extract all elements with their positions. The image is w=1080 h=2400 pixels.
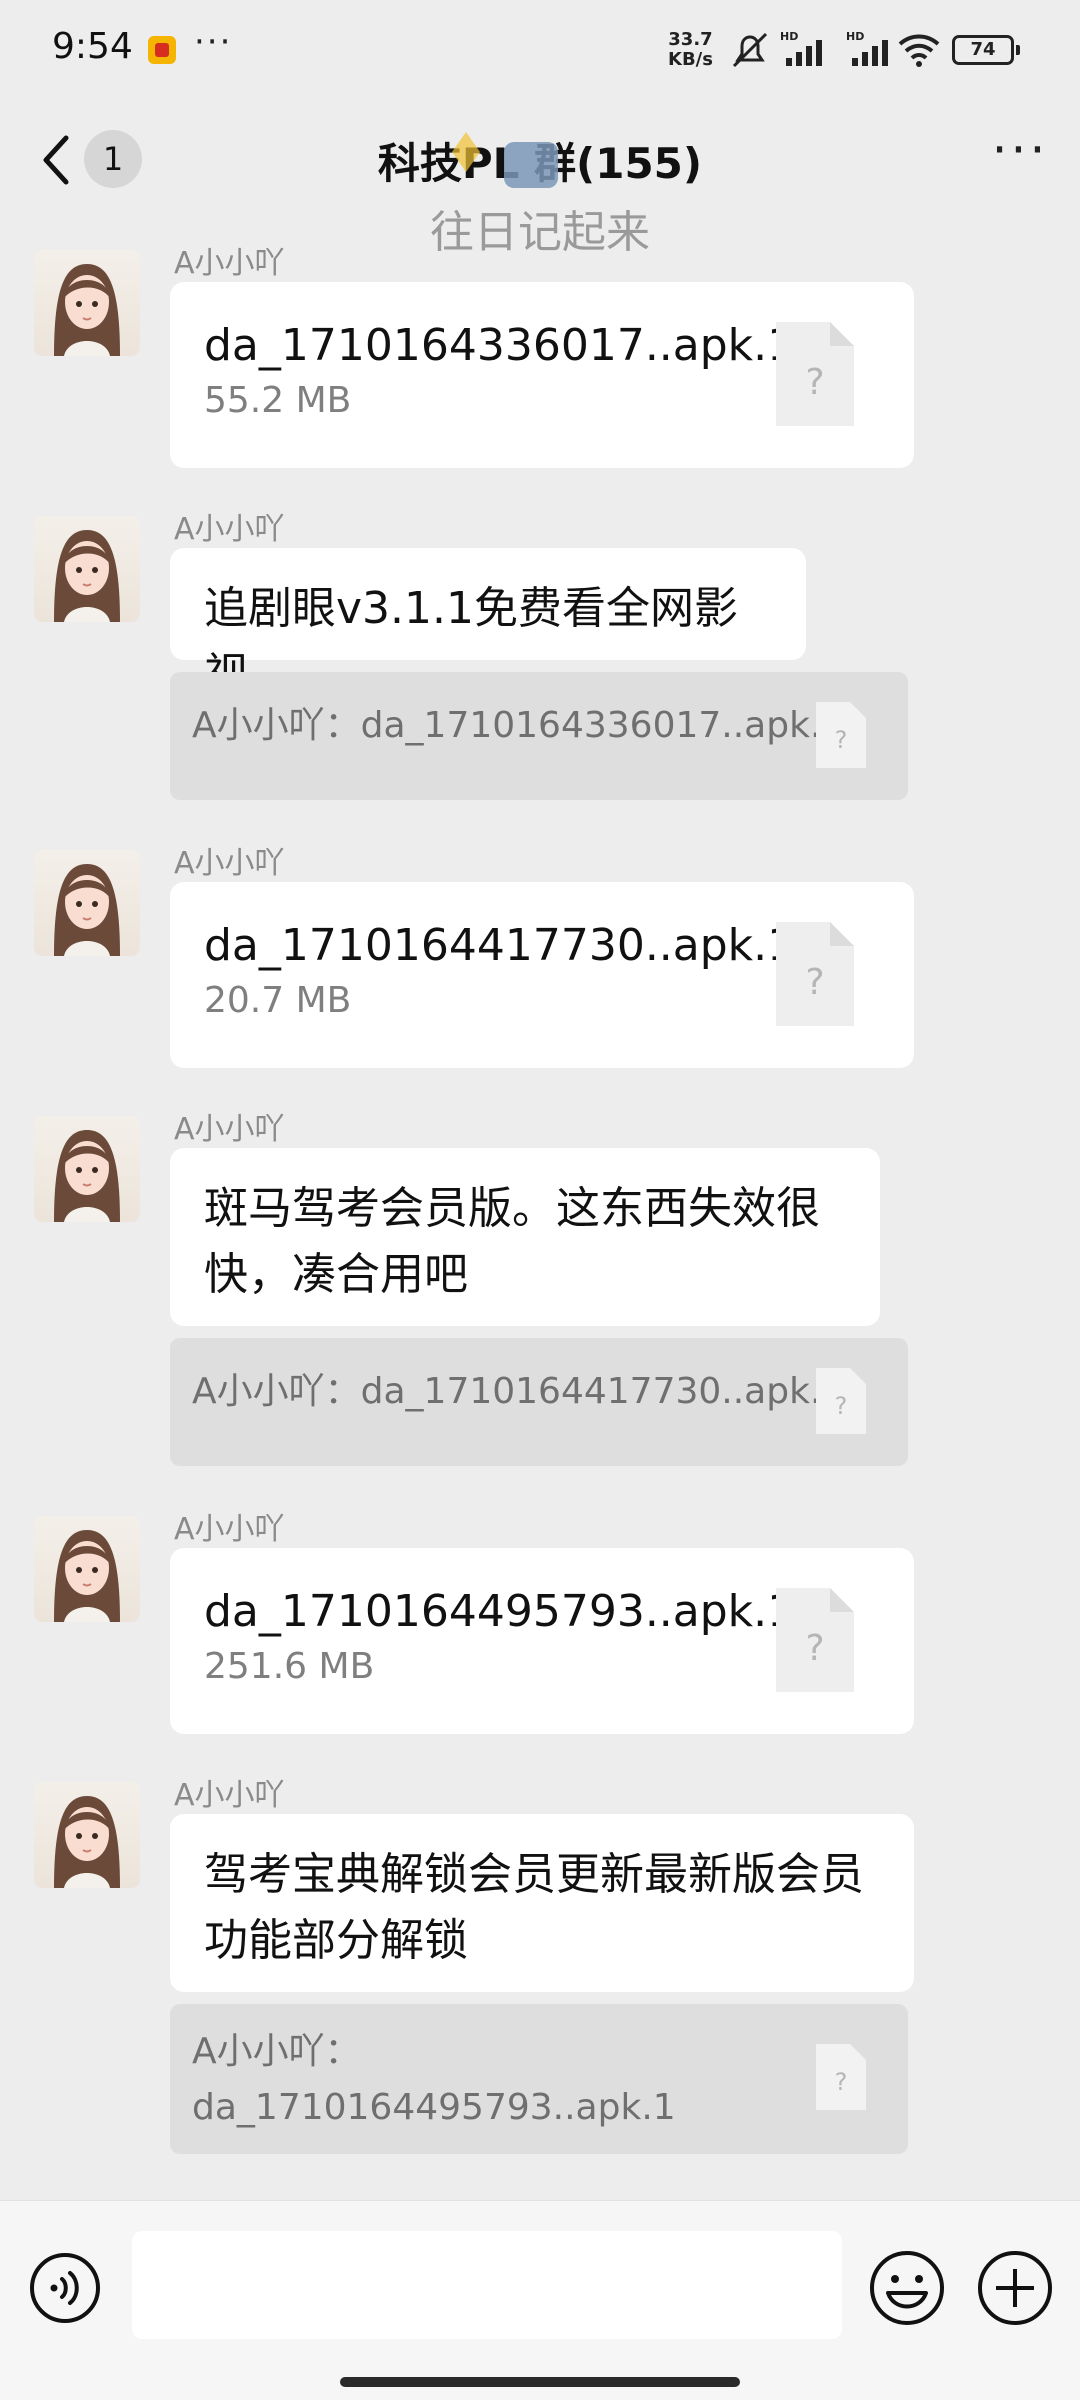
sender-name: A小小吖 <box>174 512 285 547</box>
plus-icon[interactable] <box>976 2249 1054 2327</box>
unknown-file-icon: ? <box>776 922 854 1026</box>
input-bar <box>0 2200 1080 2400</box>
quote-text: A小小吖：da_1710164336017..apk.1 <box>192 705 845 746</box>
file-message[interactable]: da_1710164495793..apk.1 251.6 MB ? <box>170 1548 914 1734</box>
text-message[interactable]: 斑马驾考会员版。这东西失效很 快，凑合用吧 <box>170 1148 880 1326</box>
message-text-line: 驾考宝典解锁会员更新最新版会员 <box>204 1849 864 1900</box>
more-notifications-indicator: ··· <box>194 22 233 62</box>
status-bar: 9:54 ··· 33.7 KB/s HD HD 74 <box>0 0 1080 100</box>
status-time: 9:54 <box>52 26 133 67</box>
sender-name: A小小吖 <box>174 1512 285 1547</box>
avatar[interactable] <box>34 1516 140 1622</box>
sender-name: A小小吖 <box>174 846 285 881</box>
quoted-reply[interactable]: A小小吖：da_1710164336017..apk.1 ? <box>170 672 908 800</box>
unknown-file-icon: ? <box>776 1588 854 1692</box>
network-speed-value: 33.7 <box>668 29 713 50</box>
avatar[interactable] <box>34 250 140 356</box>
unknown-file-icon: ? <box>816 702 866 768</box>
avatar[interactable] <box>34 850 140 956</box>
svg-text:?: ? <box>805 362 824 403</box>
emoji-icon[interactable] <box>868 2249 946 2327</box>
file-size: 20.7 MB <box>204 980 352 1021</box>
chat-title[interactable]: 科技PL 群(155) <box>0 130 1080 191</box>
quoted-reply[interactable]: A小小吖： da_1710164495793..apk.1 ? <box>170 2004 908 2154</box>
message-text-line: 快，凑合用吧 <box>204 1249 468 1300</box>
avatar[interactable] <box>34 1782 140 1888</box>
svg-text:?: ? <box>805 1628 824 1669</box>
sender-name: A小小吖 <box>174 1112 285 1147</box>
message-text-line: 斑马驾考会员版。这东西失效很 <box>204 1183 820 1234</box>
battery-icon: 74 <box>952 35 1020 65</box>
unknown-file-icon: ? <box>776 322 854 426</box>
avatar[interactable] <box>34 1116 140 1222</box>
message-input[interactable] <box>132 2231 842 2339</box>
quote-text-line: da_1710164495793..apk.1 <box>192 2087 676 2128</box>
quote-text-line: A小小吖： <box>192 2031 361 2072</box>
svg-text:?: ? <box>835 1392 848 1420</box>
chat-header: 1 科技PL 群(155) 往日记起来 ··· <box>0 100 1080 258</box>
sender-name: A小小吖 <box>174 246 285 281</box>
svg-text:?: ? <box>835 726 848 754</box>
file-size: 251.6 MB <box>204 1646 375 1687</box>
quoted-reply[interactable]: A小小吖：da_1710164417730..apk.1 ? <box>170 1338 908 1466</box>
voice-icon[interactable] <box>28 2251 102 2325</box>
more-options-button[interactable]: ··· <box>990 125 1050 180</box>
svg-text:?: ? <box>835 2068 848 2096</box>
file-message[interactable]: da_1710164417730..apk.1 20.7 MB ? <box>170 882 914 1068</box>
text-message[interactable]: 驾考宝典解锁会员更新最新版会员 功能部分解锁 <box>170 1814 914 1992</box>
wifi-icon <box>898 34 940 67</box>
message-list[interactable]: A小小吖 da_1710164336017..apk.1 55.2 MB ? A… <box>0 220 1080 2200</box>
home-indicator[interactable] <box>340 2377 740 2387</box>
file-name: da_1710164495793..apk.1 <box>204 1586 796 1637</box>
message-text-line: 功能部分解锁 <box>204 1915 468 1966</box>
text-message[interactable]: 追剧眼v3.1.1免费看全网影视 <box>170 548 806 700</box>
file-name: da_1710164336017..apk.1 <box>204 320 796 371</box>
mute-icon <box>732 32 768 68</box>
quote-text: A小小吖：da_1710164417730..apk.1 <box>192 1371 845 1412</box>
sender-name: A小小吖 <box>174 1778 285 1813</box>
quote-text: A小小吖： da_1710164495793..apk.1 <box>192 2024 676 2136</box>
avatar[interactable] <box>34 516 140 622</box>
svg-text:HD: HD <box>846 30 864 43</box>
svg-text:?: ? <box>805 962 824 1003</box>
unknown-file-icon: ? <box>816 1368 866 1434</box>
network-speed: 33.7 KB/s <box>668 30 713 70</box>
app-notification-icon <box>148 36 176 64</box>
file-message[interactable]: da_1710164336017..apk.1 55.2 MB ? <box>170 282 914 468</box>
file-size: 55.2 MB <box>204 380 352 421</box>
svg-text:HD: HD <box>780 30 798 43</box>
hd-signal-icon: HD <box>780 30 822 66</box>
unknown-file-icon: ? <box>816 2044 866 2110</box>
network-speed-unit: KB/s <box>668 49 713 70</box>
file-name: da_1710164417730..apk.1 <box>204 920 796 971</box>
